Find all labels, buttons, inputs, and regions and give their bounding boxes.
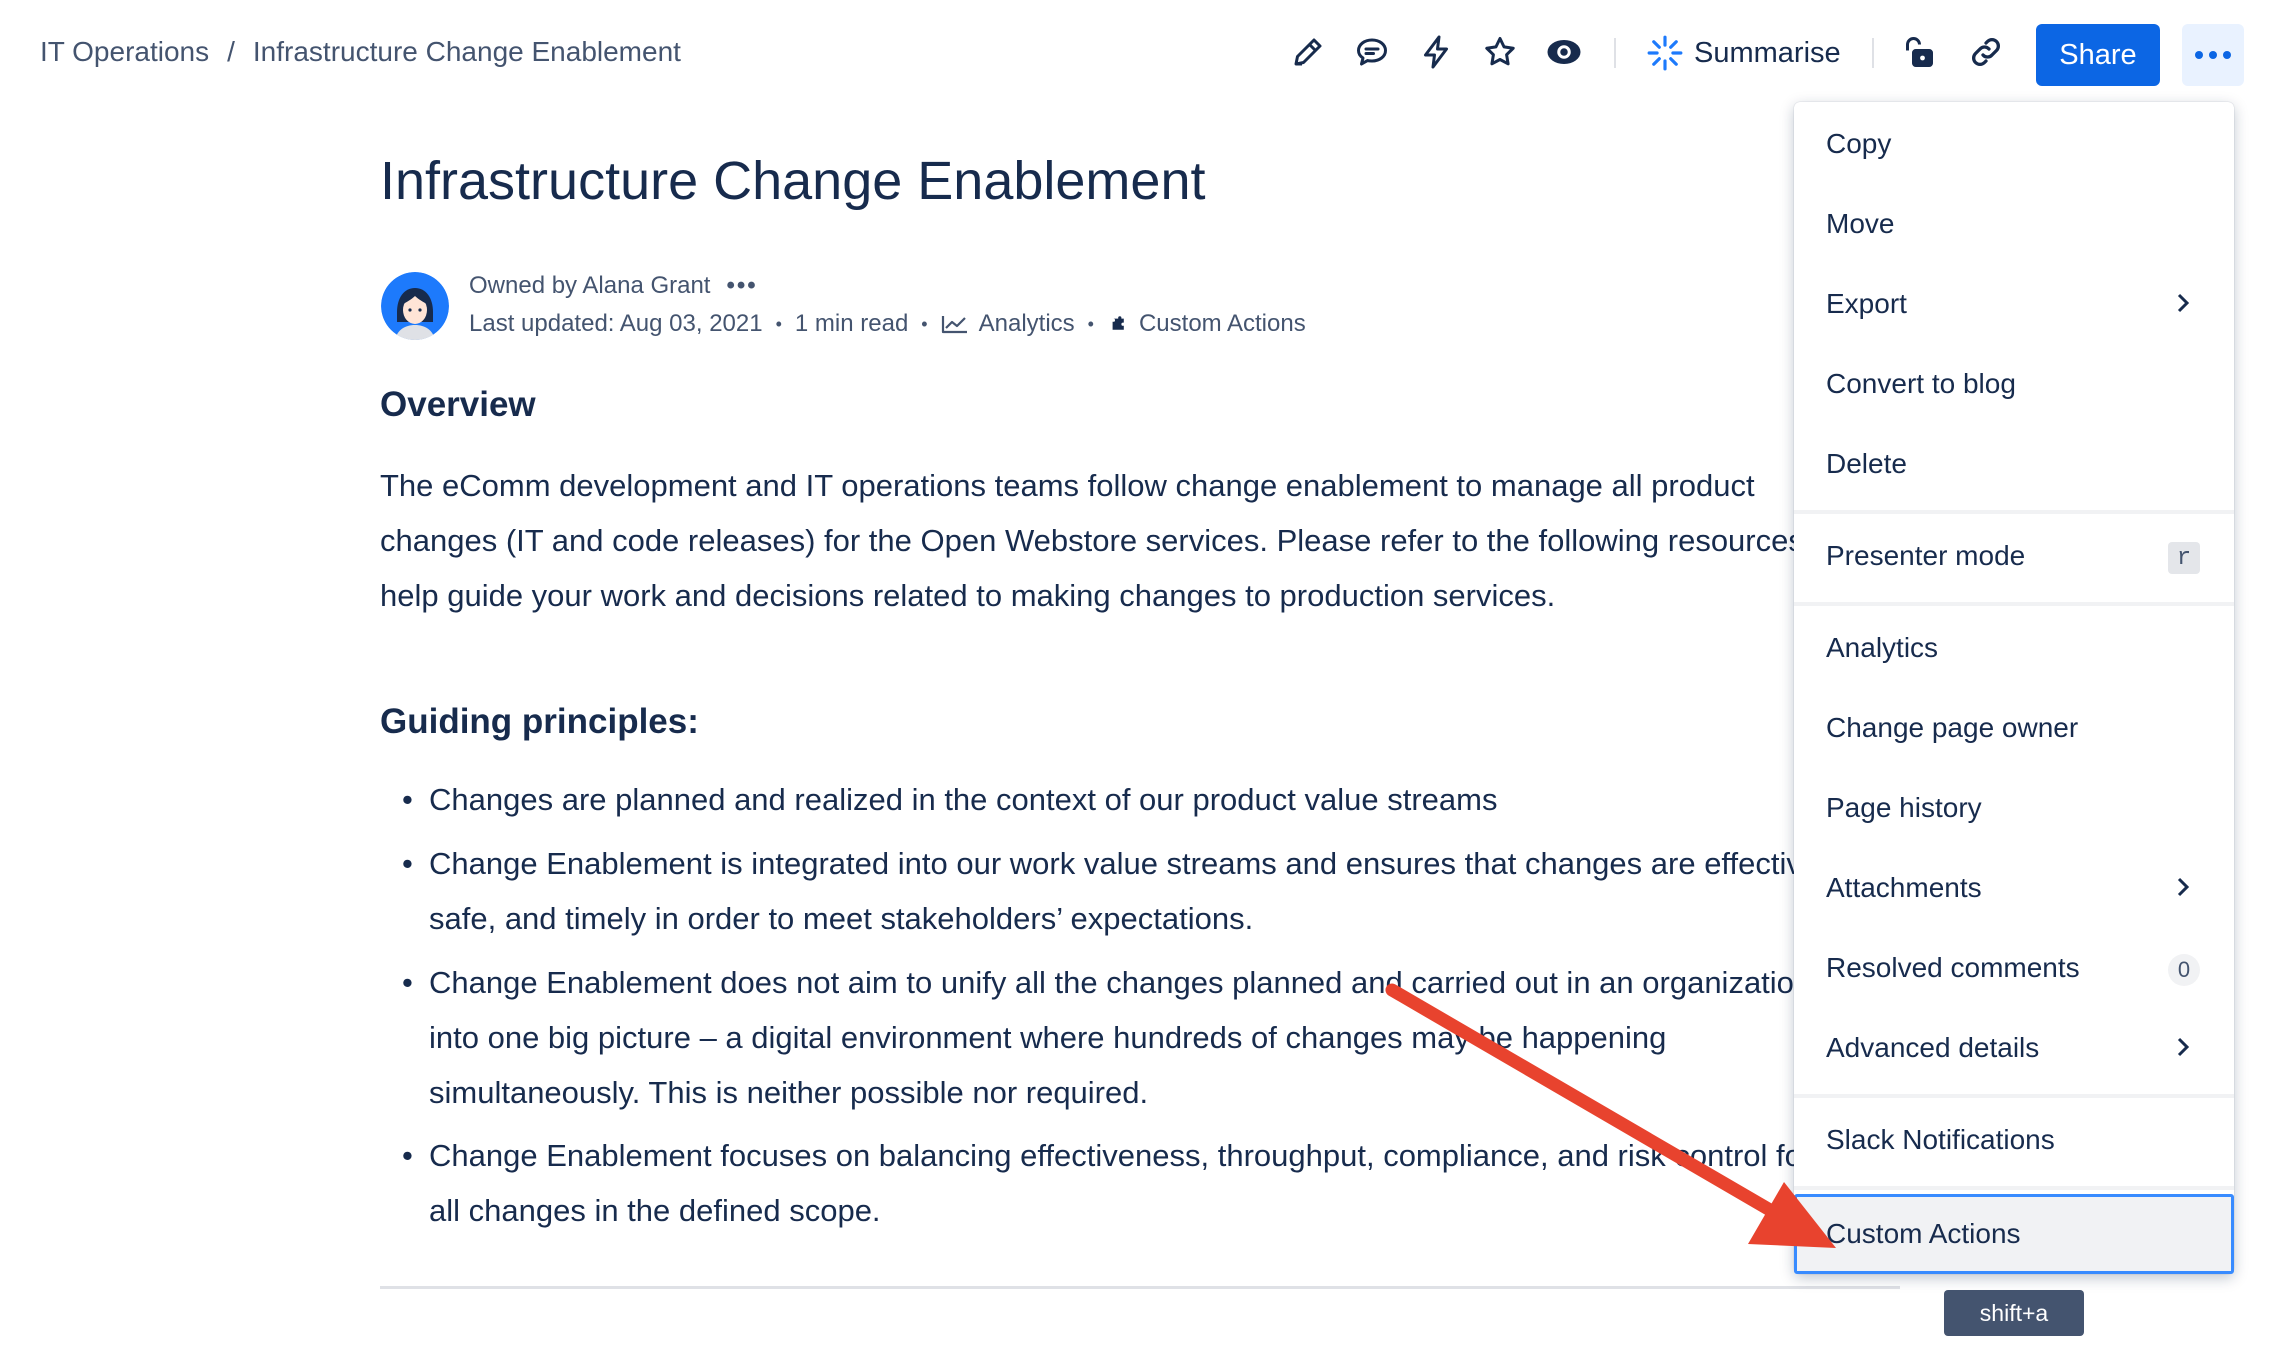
list-item-line: into one big picture – a digital environ… bbox=[429, 1020, 1667, 1055]
share-button[interactable]: Share bbox=[2036, 24, 2160, 86]
overview-line: changes (IT and code releases) for the O… bbox=[380, 523, 1800, 558]
bullet-icon: • bbox=[402, 1138, 413, 1173]
list-item-line: safe, and timely in order to meet stakeh… bbox=[429, 901, 1254, 936]
chevron-right-icon bbox=[2177, 293, 2190, 313]
content-divider bbox=[380, 1286, 1900, 1289]
last-updated: Last updated: Aug 03, 2021 bbox=[469, 310, 763, 337]
summarise-label: Summarise bbox=[1694, 36, 1841, 69]
breadcrumb-page-link[interactable]: Infrastructure Change Enablement bbox=[253, 36, 681, 68]
analytics-link-label: Analytics bbox=[978, 310, 1075, 337]
toolbar-divider bbox=[1614, 38, 1616, 68]
list-item-line: all changes in the defined scope. bbox=[429, 1193, 881, 1228]
meta-separator: • bbox=[921, 313, 928, 334]
custom-actions-link-label: Custom Actions bbox=[1138, 310, 1306, 337]
list-item-line: Change Enablement is integrated into our… bbox=[429, 846, 1828, 881]
analytics-icon bbox=[941, 316, 967, 334]
owner-text[interactable]: Owned by Alana Grant bbox=[469, 272, 710, 300]
breadcrumb: IT Operations / Infrastructure Change En… bbox=[40, 36, 681, 68]
star-icon[interactable] bbox=[1478, 30, 1522, 74]
menu-item-label: Delete bbox=[1826, 448, 1907, 479]
toolbar-divider bbox=[1872, 38, 1874, 68]
list-item-line: Change Enablement focuses on balancing e… bbox=[429, 1138, 1813, 1173]
menu-item-page-history[interactable]: Page history bbox=[1794, 768, 2234, 848]
menu-item-label: Presenter mode bbox=[1826, 540, 2026, 571]
custom-actions-link[interactable]: Custom Actions bbox=[1107, 310, 1306, 338]
meta-separator: • bbox=[1087, 313, 1094, 334]
menu-item-label: Page history bbox=[1826, 792, 1982, 823]
menu-item-export[interactable]: Export bbox=[1794, 264, 2234, 344]
page-title: Infrastructure Change Enablement bbox=[380, 151, 1206, 211]
menu-item-label: Analytics bbox=[1826, 632, 1939, 663]
menu-separator bbox=[1794, 602, 2234, 606]
menu-item-label: Change page owner bbox=[1826, 712, 2079, 743]
menu-item-advanced-details[interactable]: Advanced details bbox=[1794, 1008, 2234, 1088]
puzzle-icon bbox=[1112, 316, 1124, 330]
breadcrumb-space-link[interactable]: IT Operations bbox=[40, 36, 209, 68]
overview-heading: Overview bbox=[380, 385, 536, 424]
menu-item-label: Attachments bbox=[1826, 872, 1982, 903]
menu-item-label: Custom Actions bbox=[1826, 1218, 2021, 1249]
menu-item-label: Export bbox=[1826, 288, 1907, 319]
list-item-line: simultaneously. This is neither possible… bbox=[429, 1075, 1149, 1110]
summarise-button[interactable]: Summarise bbox=[1646, 30, 1841, 76]
menu-item-label: Convert to blog bbox=[1826, 368, 2016, 399]
list-item-line: Changes are planned and realized in the … bbox=[429, 782, 1498, 817]
automation-icon[interactable] bbox=[1414, 30, 1458, 74]
analytics-link[interactable]: Analytics bbox=[941, 310, 1075, 338]
menu-item-change-page-owner[interactable]: Change page owner bbox=[1794, 688, 2234, 768]
menu-item-attachments[interactable]: Attachments bbox=[1794, 848, 2234, 928]
owner-more-icon[interactable]: ••• bbox=[726, 272, 757, 300]
overview-paragraph: The eComm development and IT operations … bbox=[380, 458, 1800, 623]
more-actions-button[interactable] bbox=[2182, 24, 2244, 86]
menu-item-resolved-comments[interactable]: Resolved comments 0 bbox=[1794, 928, 2234, 1008]
page-meta: Last updated: Aug 03, 2021 • 1 min read … bbox=[469, 310, 1306, 338]
restrict-icon[interactable] bbox=[1896, 30, 1940, 74]
ai-sparkle-icon bbox=[1647, 35, 1683, 71]
edit-icon[interactable] bbox=[1286, 30, 1330, 74]
shortcut-key: r bbox=[2168, 542, 2200, 574]
menu-item-label: Resolved comments bbox=[1826, 952, 2080, 983]
menu-item-slack-notifications[interactable]: Slack Notifications bbox=[1794, 1100, 2234, 1180]
bullet-icon: • bbox=[402, 846, 413, 881]
watch-icon[interactable] bbox=[1542, 30, 1586, 74]
menu-separator bbox=[1794, 1186, 2234, 1190]
chevron-right-icon bbox=[2177, 877, 2190, 897]
bullet-icon: • bbox=[402, 965, 413, 1000]
more-icon bbox=[2195, 51, 2231, 59]
meta-separator: • bbox=[775, 313, 782, 334]
breadcrumb-separator: / bbox=[227, 36, 235, 67]
shortcut-tooltip: shift+a bbox=[1944, 1290, 2084, 1336]
menu-item-label: Move bbox=[1826, 208, 1895, 239]
menu-item-analytics[interactable]: Analytics bbox=[1794, 608, 2234, 688]
menu-separator bbox=[1794, 1094, 2234, 1098]
menu-item-label: Advanced details bbox=[1826, 1032, 2040, 1063]
avatar[interactable] bbox=[381, 272, 449, 340]
list-item-line: Change Enablement does not aim to unify … bbox=[429, 965, 1812, 1000]
link-icon[interactable] bbox=[1964, 30, 2008, 74]
menu-item-label: Copy bbox=[1826, 128, 1892, 159]
read-time: 1 min read bbox=[794, 310, 909, 337]
menu-item-delete[interactable]: Delete bbox=[1794, 424, 2234, 504]
principles-heading: Guiding principles: bbox=[380, 702, 699, 741]
menu-item-label: Slack Notifications bbox=[1826, 1124, 2055, 1155]
menu-item-presenter-mode[interactable]: Presenter mode r bbox=[1794, 516, 2234, 596]
menu-separator bbox=[1794, 510, 2234, 514]
menu-item-move[interactable]: Move bbox=[1794, 184, 2234, 264]
bullet-icon: • bbox=[402, 782, 413, 817]
owner-line: Owned by Alana Grant ••• bbox=[469, 272, 758, 300]
chevron-right-icon bbox=[2177, 1037, 2190, 1057]
overview-line: The eComm development and IT operations … bbox=[380, 468, 1755, 503]
menu-item-convert-to-blog[interactable]: Convert to blog bbox=[1794, 344, 2234, 424]
menu-item-custom-actions[interactable]: Custom Actions bbox=[1794, 1194, 2234, 1274]
count-badge: 0 bbox=[2168, 954, 2200, 986]
overview-line: help guide your work and decisions relat… bbox=[380, 578, 1556, 613]
comment-icon[interactable] bbox=[1350, 30, 1394, 74]
menu-item-copy[interactable]: Copy bbox=[1794, 104, 2234, 184]
more-actions-menu: Copy Move Export Convert to blog Delete … bbox=[1794, 102, 2234, 1274]
